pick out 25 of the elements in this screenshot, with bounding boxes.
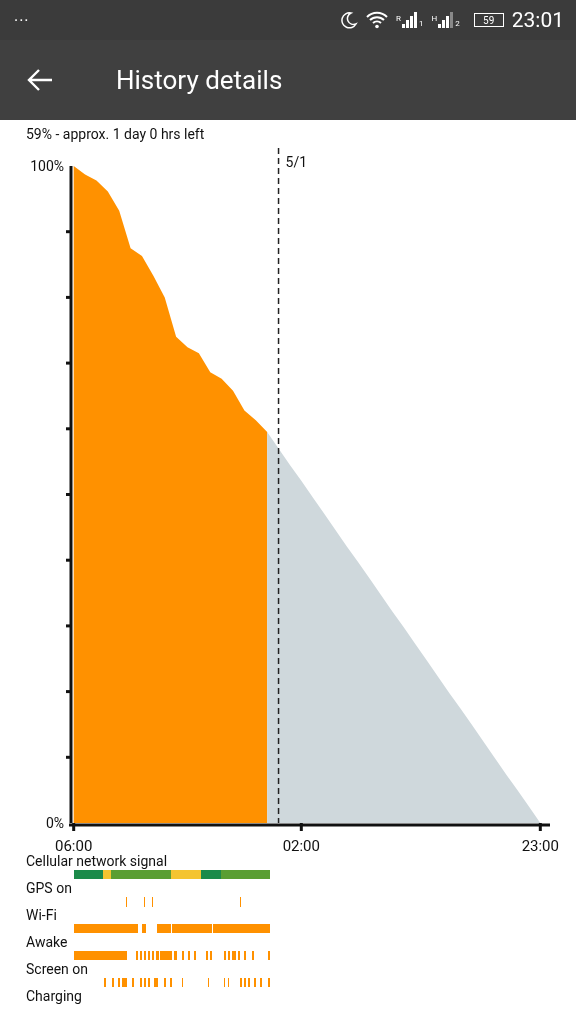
track-label: Charging (26, 988, 83, 1005)
sim-slot: 2 (455, 19, 460, 28)
x-tick-label: 02:00 (282, 837, 320, 855)
y-tick-label: 100% (30, 158, 64, 174)
wifi-icon (366, 11, 389, 29)
y-tick-label: 0% (45, 815, 64, 831)
x-tick-label: 23:00 (521, 837, 559, 855)
track-label: GPS on (26, 880, 73, 897)
signal-icon (438, 12, 455, 28)
x-tick-label: 06:00 (55, 837, 93, 855)
moon-icon (340, 11, 359, 29)
date-label: 5/1 (285, 154, 308, 170)
network-type: R (396, 14, 401, 23)
battery-summary: 59% - approx. 1 day 0 hrs left (25, 125, 206, 144)
sim-slot: 1 (419, 19, 424, 28)
track-label: Awake (26, 934, 69, 951)
battery-icon: 59 (473, 13, 504, 27)
signal-icon (402, 12, 418, 28)
track-label: Screen on (26, 961, 90, 978)
network-type: H (431, 14, 438, 23)
screen-title: History details (116, 65, 283, 95)
track-label: Wi-Fi (26, 907, 58, 924)
track-label: Cellular network signal (26, 853, 169, 870)
overflow-dots: ··· (14, 10, 30, 30)
clock: 23:01 (511, 8, 564, 32)
